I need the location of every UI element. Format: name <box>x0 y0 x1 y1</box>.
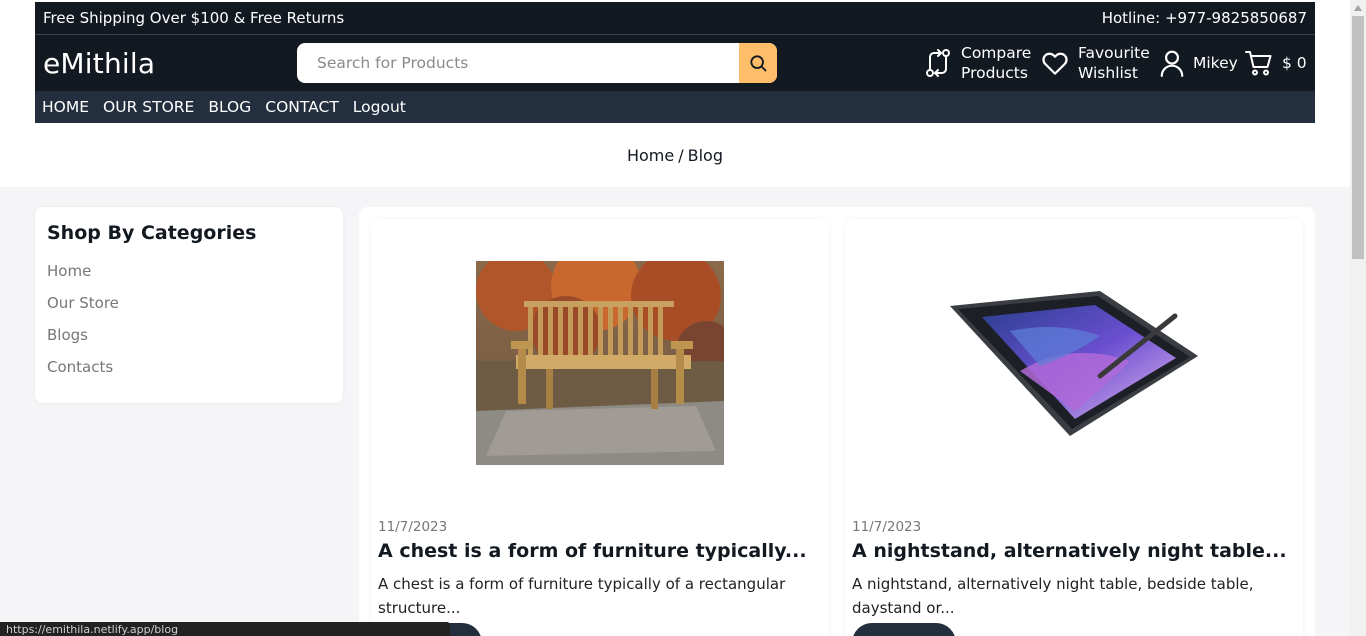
read-more-button[interactable] <box>852 623 956 636</box>
top-info-bar: Free Shipping Over $100 & Free Returns H… <box>35 2 1315 35</box>
categories-card: Shop By Categories Home Our Store Blogs … <box>35 207 343 403</box>
wooden-bench-photo <box>476 261 724 465</box>
blog-date: 11/7/2023 <box>852 519 922 535</box>
cart-icon <box>1244 49 1274 77</box>
main-header: eMithila Search for Products Compare Pro… <box>35 35 1315 91</box>
blog-excerpt: A nightstand, alternatively night table,… <box>852 575 1254 617</box>
blog-date: 11/7/2023 <box>378 519 448 535</box>
cart-total: $ 0 <box>1282 54 1307 72</box>
breadcrumb: Home / Blog <box>0 123 1350 187</box>
breadcrumb-current: Blog <box>687 145 723 165</box>
blog-title[interactable]: A nightstand, alternatively night table.… <box>852 540 1287 562</box>
compare-label-2: Products <box>961 64 1028 82</box>
nav-item-blog[interactable]: BLOG <box>208 98 251 116</box>
cart-link[interactable]: $ 0 <box>1244 49 1307 77</box>
breadcrumb-home[interactable]: Home <box>627 146 674 165</box>
scrollbar-thumb[interactable] <box>1352 16 1364 259</box>
blog-card[interactable]: 11/7/2023 A nightstand, alternatively ni… <box>845 219 1303 636</box>
main-nav: HOME OUR STORE BLOG CONTACT Logout <box>35 91 1315 123</box>
vertical-scrollbar[interactable] <box>1350 0 1366 636</box>
search-icon <box>750 55 767 72</box>
blog-list: 11/7/2023 A chest is a form of furniture… <box>359 207 1315 636</box>
wishlist-label-2: Wishlist <box>1078 64 1138 82</box>
compare-label-1: Compare <box>961 44 1032 62</box>
category-item-blogs[interactable]: Blogs <box>47 326 331 358</box>
search-bar <box>297 43 777 83</box>
account-link[interactable]: Mikey <box>1159 49 1238 77</box>
category-item-our-store[interactable]: Our Store <box>47 294 331 326</box>
nav-item-contact[interactable]: CONTACT <box>265 98 339 116</box>
tablet-with-stylus-photo <box>950 261 1198 465</box>
status-link-preview: https://emithila.netlify.app/blog <box>0 622 450 636</box>
heart-icon <box>1040 48 1070 78</box>
category-item-contacts[interactable]: Contacts <box>47 358 331 390</box>
status-url: https://emithila.netlify.app/blog <box>6 623 179 636</box>
page: Free Shipping Over $100 & Free Returns H… <box>0 0 1350 636</box>
nav-item-our-store[interactable]: OUR STORE <box>103 98 194 116</box>
hotline: Hotline: +977-9825850687 <box>1101 9 1307 27</box>
compare-icon <box>923 47 953 79</box>
breadcrumb-separator: / <box>678 145 684 165</box>
user-icon <box>1159 49 1185 77</box>
shipping-notice: Free Shipping Over $100 & Free Returns <box>43 9 345 27</box>
account-name: Mikey <box>1193 54 1238 72</box>
blog-excerpt: A chest is a form of furniture typically… <box>378 575 786 617</box>
blog-title[interactable]: A chest is a form of furniture typically… <box>378 540 807 562</box>
nav-item-logout[interactable]: Logout <box>353 98 406 116</box>
wishlist-label-1: Favourite <box>1078 44 1150 62</box>
categories-list: Home Our Store Blogs Contacts <box>47 262 331 390</box>
brand-logo[interactable]: eMithila <box>43 47 155 80</box>
search-input[interactable] <box>297 43 739 83</box>
search-button[interactable] <box>739 43 777 83</box>
category-item-home[interactable]: Home <box>47 262 331 294</box>
compare-products-link[interactable]: Compare Products <box>923 43 1031 83</box>
scroll-up-arrow-icon[interactable] <box>1350 0 1366 16</box>
nav-item-home[interactable]: HOME <box>42 98 89 116</box>
categories-title: Shop By Categories <box>47 222 257 244</box>
wishlist-link[interactable]: Favourite Wishlist <box>1040 43 1150 83</box>
blog-card[interactable]: 11/7/2023 A chest is a form of furniture… <box>371 219 829 636</box>
